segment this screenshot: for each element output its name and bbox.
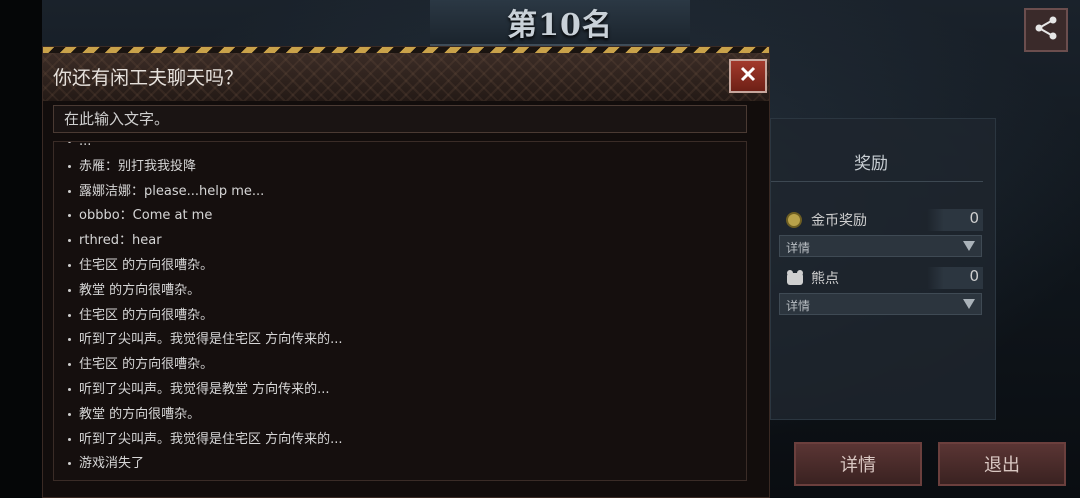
gold-reward-value: 0 xyxy=(927,209,983,231)
gold-reward-label: 金币奖励 xyxy=(811,213,867,229)
chat-message-text: 教堂 的方向很嘈杂。 xyxy=(79,282,201,298)
bullet-icon xyxy=(68,142,71,143)
reward-divider xyxy=(771,181,983,182)
left-edge-strip xyxy=(0,0,42,498)
bullet-icon xyxy=(68,263,71,267)
reward-title: 奖励 xyxy=(854,154,888,174)
chat-message-text: 听到了尖叫声。我觉得是教堂 方向传来的... xyxy=(79,381,330,397)
bullet-icon xyxy=(68,189,71,193)
close-icon xyxy=(739,65,757,87)
chat-message: 教堂 的方向很嘈杂。 xyxy=(54,279,746,304)
chat-title: 你还有闲工夫聊天吗？ xyxy=(53,67,244,89)
chat-message: 住宅区 的方向很嘈杂。 xyxy=(54,304,746,329)
chat-message-text: obbbo：Come at me xyxy=(79,208,213,224)
bullet-icon xyxy=(68,437,71,441)
bear-details-dropdown[interactable]: 详情 xyxy=(779,293,982,315)
chat-message-text: 住宅区 的方向很嘈杂。 xyxy=(79,357,214,373)
bear-point-value: 0 xyxy=(927,267,983,289)
chat-message: 露娜洁娜：please...help me... xyxy=(54,180,746,205)
gold-reward-row: 金币奖励 0 xyxy=(783,209,983,233)
bullet-icon xyxy=(68,239,71,243)
chat-message: ... xyxy=(54,141,746,155)
gold-details-label: 详情 xyxy=(786,241,811,255)
bear-point-icon xyxy=(785,269,803,287)
rank-banner: 第10名 xyxy=(430,0,690,46)
bullet-icon xyxy=(68,214,71,218)
bear-point-row: 熊点 0 xyxy=(783,267,983,291)
chat-message-text: 听到了尖叫声。我觉得是住宅区 方向传来的... xyxy=(79,332,343,348)
close-button[interactable] xyxy=(729,59,767,93)
chevron-down-icon xyxy=(963,241,975,251)
chat-message: 住宅区 的方向很嘈杂。 xyxy=(54,254,746,279)
bullet-icon xyxy=(68,338,71,342)
chat-log-list: ... 赤雁：别打我我投降露娜洁娜：please...help me... obbb… xyxy=(54,141,746,477)
bear-point-label: 熊点 xyxy=(811,271,839,287)
bullet-icon xyxy=(68,363,71,367)
bullet-icon xyxy=(68,387,71,391)
chat-message: 赤雁：别打我我投降 xyxy=(54,155,746,180)
chat-message-text: 住宅区 的方向很嘈杂。 xyxy=(79,257,214,273)
bullet-icon xyxy=(68,313,71,317)
chat-input[interactable] xyxy=(53,105,747,133)
share-button[interactable] xyxy=(1024,8,1068,52)
chat-message-text: ... xyxy=(79,141,92,149)
chat-message-text: rthred：hear xyxy=(79,233,162,249)
chat-message: 住宅区 的方向很嘈杂。 xyxy=(54,353,746,378)
chat-message-text: 赤雁：别打我我投降 xyxy=(79,158,197,174)
chat-message-text: 露娜洁娜：please...help me... xyxy=(79,183,265,199)
chevron-down-icon xyxy=(963,299,975,309)
rank-title: 第10名 xyxy=(507,8,613,43)
bullet-icon xyxy=(68,462,71,466)
bullet-icon xyxy=(68,288,71,292)
chat-dialog: 你还有闲工夫聊天吗？ ... 赤雁：别打我我投降露娜洁娜：please...hel… xyxy=(42,46,770,498)
chat-message-text: 住宅区 的方向很嘈杂。 xyxy=(79,307,214,323)
chat-message: 听到了尖叫声。我觉得是住宅区 方向传来的... xyxy=(54,428,746,453)
share-icon xyxy=(1033,15,1059,45)
chat-message: rthred：hear xyxy=(54,229,746,254)
gold-details-dropdown[interactable]: 详情 xyxy=(779,235,982,257)
chat-header: 你还有闲工夫聊天吗？ xyxy=(43,53,769,101)
chat-message: 游戏消失了 xyxy=(54,452,746,477)
chat-message: 听到了尖叫声。我觉得是住宅区 方向传来的... xyxy=(54,328,746,353)
chat-message-text: 听到了尖叫声。我觉得是住宅区 方向传来的... xyxy=(79,431,343,447)
reward-panel: 奖励 金币奖励 0 详情 熊点 0 详情 xyxy=(770,118,996,420)
chat-message: 教堂 的方向很嘈杂。 xyxy=(54,403,746,428)
bear-details-label: 详情 xyxy=(786,299,811,313)
chat-message: 听到了尖叫声。我觉得是教堂 方向传来的... xyxy=(54,378,746,403)
bullet-icon xyxy=(68,412,71,416)
chat-message-text: 游戏消失了 xyxy=(79,456,145,472)
chat-message-text: 教堂 的方向很嘈杂。 xyxy=(79,406,201,422)
details-button[interactable]: 详情 xyxy=(794,442,922,486)
chat-log[interactable]: ... 赤雁：别打我我投降露娜洁娜：please...help me... obbb… xyxy=(53,141,747,481)
exit-button[interactable]: 退出 xyxy=(938,442,1066,486)
gold-coin-icon xyxy=(785,211,803,229)
chat-message: obbbo：Come at me xyxy=(54,204,746,229)
bullet-icon xyxy=(68,164,71,168)
